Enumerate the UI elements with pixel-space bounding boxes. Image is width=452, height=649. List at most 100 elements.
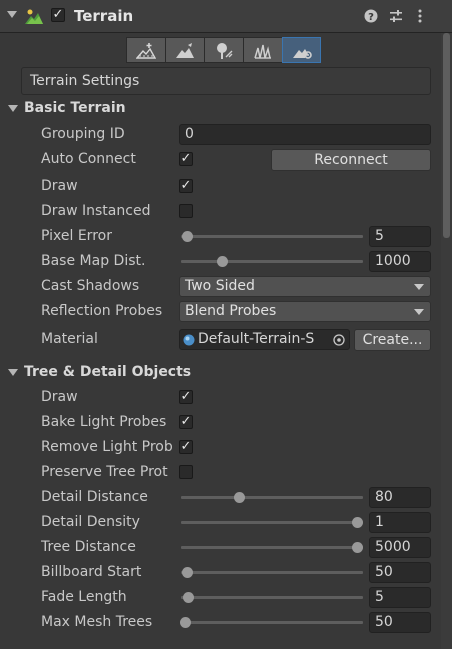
bake-light-probes-check: ✓ [180, 414, 192, 429]
max-mesh-trees-slider-thumb[interactable] [180, 617, 191, 628]
max-mesh-trees-slider[interactable] [181, 621, 363, 624]
tree-distance-label: Tree Distance [41, 539, 136, 555]
dropdown-arrow-icon [414, 309, 424, 315]
object-picker-icon[interactable] [333, 334, 345, 346]
base-map-dist-label: Base Map Dist. [41, 253, 146, 269]
cast-shadows-row: Cast Shadows Two Sided [0, 276, 440, 298]
terrain-settings-icon [293, 49, 312, 59]
max-mesh-trees-label: Max Mesh Trees [41, 614, 153, 630]
fade-length-slider-thumb[interactable] [183, 592, 194, 603]
component-title: Terrain [74, 7, 134, 25]
cast-shadows-label: Cast Shadows [41, 278, 140, 294]
collapse-arrow-icon[interactable] [7, 11, 17, 18]
base-map-dist-slider-thumb[interactable] [217, 256, 228, 267]
remove-light-probes-checkbox[interactable]: ✓ [179, 440, 193, 454]
detail-density-field[interactable]: 1 [369, 512, 431, 533]
paint-texture-button[interactable] [243, 37, 282, 63]
draw-row: Draw ✓ [0, 176, 440, 198]
detail-density-slider[interactable] [181, 521, 363, 524]
pixel-error-slider-thumb[interactable] [182, 231, 193, 242]
draw-instanced-row: Draw Instanced [0, 201, 440, 223]
component-header: ✓ Terrain ? [0, 0, 452, 33]
preserve-tree-proto-row: Preserve Tree Prot [0, 462, 440, 484]
paint-details-button[interactable] [204, 37, 243, 63]
terrain-component-icon [25, 9, 43, 24]
reflection-probes-label: Reflection Probes [41, 303, 163, 319]
tree-draw-checkbox[interactable]: ✓ [179, 390, 193, 404]
base-map-dist-slider[interactable] [181, 260, 363, 263]
base-map-dist-field[interactable]: 1000 [369, 251, 431, 272]
tree-distance-field[interactable]: 5000 [369, 537, 431, 558]
preserve-tree-proto-checkbox[interactable] [179, 465, 193, 479]
paint-trees-button[interactable] [165, 37, 204, 63]
basic-terrain-foldout[interactable]: Basic Terrain [0, 99, 440, 121]
raise-lower-terrain-button[interactable] [126, 37, 165, 63]
draw-check: ✓ [180, 178, 192, 193]
draw-instanced-checkbox[interactable] [179, 204, 193, 218]
basic-terrain-title: Basic Terrain [24, 100, 126, 116]
terrain-settings-button[interactable] [282, 37, 321, 63]
auto-connect-checkbox[interactable]: ✓ [179, 152, 193, 166]
tree-distance-slider[interactable] [181, 546, 363, 549]
billboard-start-label: Billboard Start [41, 564, 142, 580]
foldout-arrow-icon [8, 105, 18, 112]
reflection-probes-dropdown[interactable]: Blend Probes [179, 301, 431, 322]
inspector-scrollbar[interactable] [441, 33, 452, 649]
detail-density-row: Detail Density 1 [0, 512, 440, 534]
material-row: Material Default-Terrain-S Create... [0, 329, 440, 351]
detail-density-label: Detail Density [41, 514, 140, 530]
paint-details-icon [217, 43, 233, 59]
draw-checkbox[interactable]: ✓ [179, 179, 193, 193]
tree-detail-foldout[interactable]: Tree & Detail Objects [0, 363, 440, 385]
detail-distance-slider-thumb[interactable] [234, 492, 245, 503]
detail-distance-row: Detail Distance 80 [0, 487, 440, 509]
detail-density-slider-thumb[interactable] [352, 517, 363, 528]
more-vert-icon[interactable] [417, 9, 423, 23]
grouping-id-label: Grouping ID [41, 126, 125, 142]
component-enabled-checkbox[interactable]: ✓ [51, 8, 65, 22]
tree-distance-row: Tree Distance 5000 [0, 537, 440, 559]
scrollbar-thumb[interactable] [443, 33, 450, 238]
billboard-start-field[interactable]: 50 [369, 562, 431, 583]
cast-shadows-value: Two Sided [185, 278, 255, 294]
material-label: Material [41, 331, 98, 347]
remove-light-probes-row: Remove Light Prob ✓ [0, 437, 440, 459]
tree-distance-slider-thumb[interactable] [352, 542, 363, 553]
terrain-settings-title: Terrain Settings [21, 67, 431, 95]
detail-distance-field[interactable]: 80 [369, 487, 431, 508]
reconnect-button[interactable]: Reconnect [271, 149, 431, 171]
draw-label: Draw [41, 178, 78, 194]
cast-shadows-dropdown[interactable]: Two Sided [179, 276, 431, 297]
detail-distance-slider[interactable] [181, 496, 363, 499]
raise-lower-terrain-icon [136, 43, 156, 59]
help-icon[interactable]: ? [364, 9, 378, 23]
bake-light-probes-checkbox[interactable]: ✓ [179, 415, 193, 429]
fade-length-slider[interactable] [181, 596, 363, 599]
preserve-tree-proto-label: Preserve Tree Prot [41, 464, 168, 480]
fade-length-row: Fade Length 5 [0, 587, 440, 609]
preset-icon[interactable] [389, 9, 403, 23]
paint-texture-icon [254, 44, 271, 59]
billboard-start-slider[interactable] [181, 571, 363, 574]
material-object-field[interactable]: Default-Terrain-S [179, 329, 350, 350]
billboard-start-slider-thumb[interactable] [182, 567, 193, 578]
pixel-error-field[interactable]: 5 [369, 226, 431, 247]
reflection-probes-value: Blend Probes [185, 303, 277, 319]
paint-trees-icon [176, 43, 194, 58]
create-material-button[interactable]: Create... [354, 329, 431, 351]
base-map-dist-row: Base Map Dist. 1000 [0, 251, 440, 273]
detail-distance-label: Detail Distance [41, 489, 148, 505]
dropdown-arrow-icon [414, 284, 424, 290]
fade-length-label: Fade Length [41, 589, 127, 605]
pixel-error-slider[interactable] [181, 235, 363, 238]
remove-light-probes-check: ✓ [180, 439, 192, 454]
grouping-id-field[interactable]: 0 [179, 124, 431, 145]
material-value: Default-Terrain-S [198, 331, 315, 347]
billboard-start-row: Billboard Start 50 [0, 562, 440, 584]
fade-length-field[interactable]: 5 [369, 587, 431, 608]
tree-draw-row: Draw ✓ [0, 387, 440, 409]
auto-connect-row: Auto Connect ✓ Reconnect [0, 149, 440, 171]
tree-draw-label: Draw [41, 389, 78, 405]
component-enabled-check: ✓ [52, 7, 64, 22]
max-mesh-trees-field[interactable]: 50 [369, 612, 431, 633]
